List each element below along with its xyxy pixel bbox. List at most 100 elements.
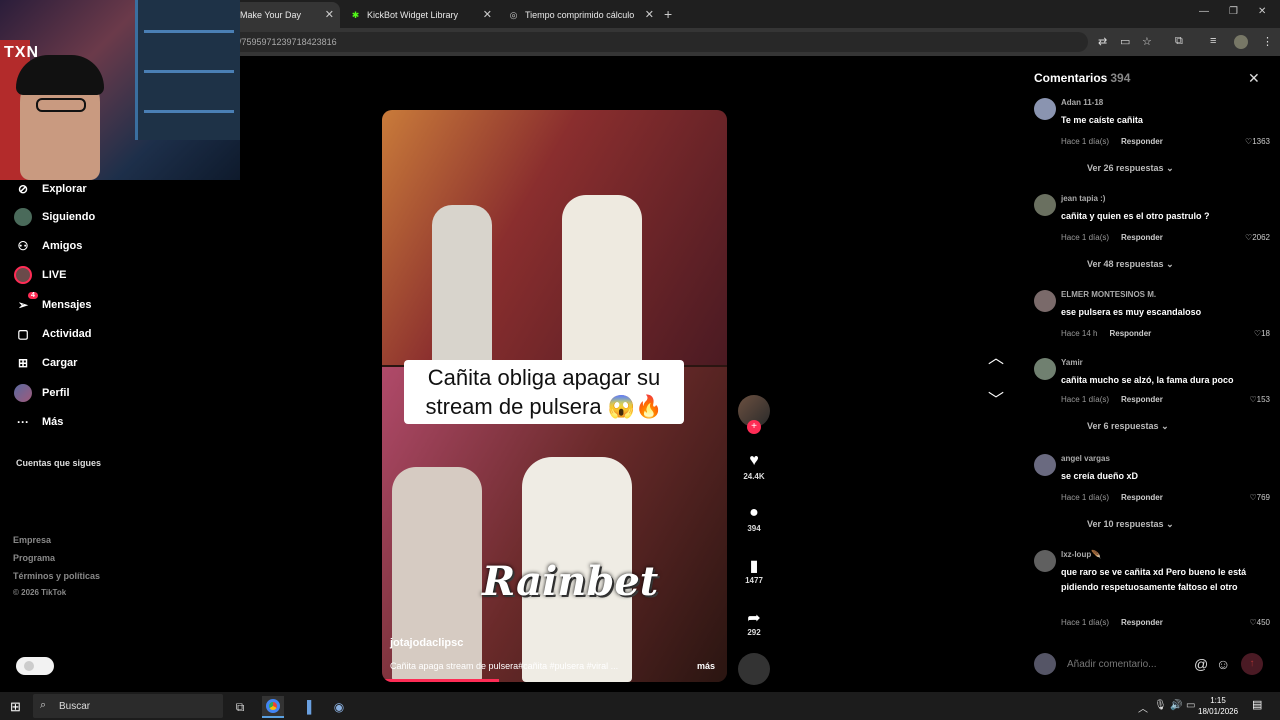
footer-link-programa[interactable]: Programa — [13, 553, 55, 563]
follow-plus-icon[interactable]: + — [747, 420, 761, 434]
tab-make-your-day[interactable]: Make Your Day ✕ — [232, 2, 340, 28]
sidebar-item-perfil[interactable]: Perfil — [14, 384, 70, 402]
commenter-name[interactable]: jean tapia :) — [1061, 194, 1105, 203]
reply-button[interactable]: Responder — [1109, 329, 1151, 338]
network-icon[interactable]: ▭ — [1186, 700, 1195, 711]
extensions-icon[interactable]: ⧉ — [1175, 35, 1183, 48]
footer-link-terminos[interactable]: Términos y políticas — [13, 571, 100, 581]
commenter-avatar[interactable] — [1034, 550, 1056, 572]
commenter-name[interactable]: angel vargas — [1061, 454, 1110, 463]
bookmark-star-icon[interactable]: ☆ — [1142, 35, 1152, 48]
emoji-icon[interactable]: ☺ — [1216, 656, 1230, 672]
app-icon[interactable]: ▐ — [296, 696, 318, 718]
taskbar-search[interactable]: ⌕ Buscar — [33, 694, 223, 718]
comment-likes[interactable]: ♡2062 — [1245, 233, 1270, 242]
close-comments-icon[interactable]: ✕ — [1248, 70, 1260, 87]
translate-icon[interactable]: ⇄ — [1098, 35, 1107, 48]
comment-likes[interactable]: ♡450 — [1249, 618, 1270, 627]
view-replies-button[interactable]: Ver 48 respuestas ⌄ — [1087, 259, 1174, 270]
commenter-avatar[interactable] — [1034, 358, 1056, 380]
comment-likes[interactable]: ♡18 — [1254, 329, 1270, 338]
reply-button[interactable]: Responder — [1121, 493, 1163, 502]
close-tab-icon[interactable]: ✕ — [645, 8, 654, 21]
comment-meta: Hace 1 día(s) Responder — [1061, 137, 1163, 146]
sidebar-item-label: Más — [42, 416, 64, 428]
menu-kebab-icon[interactable]: ⋮ — [1262, 35, 1273, 48]
video-figure — [432, 205, 492, 365]
comment-input[interactable]: Añadir comentario... — [1067, 659, 1157, 670]
commenter-avatar[interactable] — [1034, 454, 1056, 476]
video-username[interactable]: jotajodaclipsc — [390, 637, 463, 649]
tab-kickbot[interactable]: ✱ KickBot Widget Library ✕ — [342, 2, 498, 28]
chevron-down-icon[interactable]: ﹀ — [988, 386, 1004, 410]
commenter-name[interactable]: Yamir — [1061, 358, 1083, 367]
media-icon[interactable]: ≡ — [1210, 35, 1216, 47]
reply-button[interactable]: Responder — [1121, 618, 1163, 627]
cast-icon[interactable]: ▭ — [1120, 35, 1130, 48]
commenter-name[interactable]: ELMER MONTESINOS M. — [1061, 290, 1156, 299]
task-view-icon[interactable]: ⧉ — [229, 696, 251, 718]
comment-likes[interactable]: ♡153 — [1249, 395, 1270, 404]
video-player[interactable]: Cañita obliga apagar su stream de pulser… — [382, 110, 727, 682]
microphone-icon[interactable]: 🎙 — [1154, 700, 1167, 711]
comment-likes[interactable]: ♡769 — [1249, 493, 1270, 502]
video-progress[interactable] — [382, 679, 500, 682]
sidebar-item-live[interactable]: LIVE — [14, 266, 66, 284]
commenter-name[interactable]: lxz-loup🪶 — [1061, 550, 1101, 559]
view-replies-button[interactable]: Ver 10 respuestas ⌄ — [1087, 519, 1174, 530]
tab-label: Tiempo comprimido cálculo — [525, 10, 635, 20]
view-replies-button[interactable]: Ver 6 respuestas ⌄ — [1087, 421, 1169, 432]
comment-count: 394 — [747, 524, 761, 533]
send-icon[interactable]: ↑ — [1241, 653, 1263, 675]
chevron-down-icon: ⌄ — [1166, 259, 1174, 269]
heart-outline-icon: ♡ — [1249, 493, 1257, 502]
steam-icon[interactable]: ◉ — [328, 696, 350, 718]
windows-taskbar: ⊞ ⌕ Buscar ⧉ ▐ ◉ ︿ 🎙 🔊 ▭ 1:15 18/01/2026… — [0, 692, 1280, 720]
close-tab-icon[interactable]: ✕ — [483, 8, 492, 21]
comment-button[interactable]: ● 394 — [737, 504, 771, 533]
view-replies-button[interactable]: Ver 26 respuestas ⌄ — [1087, 163, 1174, 174]
sidebar-item-amigos[interactable]: ⚇ Amigos — [14, 237, 83, 255]
comment-likes[interactable]: ♡1363 — [1245, 137, 1270, 146]
chevron-up-icon[interactable]: ︿ — [988, 344, 1004, 368]
more-button[interactable]: más — [697, 661, 715, 671]
tab-label: Make Your Day — [240, 10, 302, 20]
kickbot-icon: ✱ — [351, 9, 360, 20]
commenter-avatar[interactable] — [1034, 194, 1056, 216]
address-bar[interactable]: o/7595971239718423816 — [228, 32, 1088, 52]
tray-chevron-icon[interactable]: ︿ — [1138, 700, 1148, 715]
windows-start-icon[interactable]: ⊞ — [10, 699, 21, 715]
globe-icon: ◎ — [509, 9, 518, 20]
commenter-avatar[interactable] — [1034, 290, 1056, 312]
theme-toggle[interactable] — [16, 657, 54, 675]
like-button[interactable]: ♥ 24.4K — [737, 452, 771, 481]
view-replies-label: Ver 10 respuestas — [1087, 519, 1164, 529]
tab-tiempo[interactable]: ◎ Tiempo comprimido cálculo ✕ — [500, 2, 660, 28]
minimize-icon[interactable]: — — [1199, 6, 1209, 17]
restore-icon[interactable]: ❐ — [1229, 6, 1238, 17]
commenter-avatar[interactable] — [1034, 98, 1056, 120]
reply-button[interactable]: Responder — [1121, 233, 1163, 242]
close-window-icon[interactable]: ✕ — [1258, 6, 1266, 17]
reply-button[interactable]: Responder — [1121, 137, 1163, 146]
sidebar-item-mas[interactable]: ··· Más — [14, 413, 63, 431]
sidebar-item-actividad[interactable]: ▢ Actividad — [14, 325, 91, 343]
sidebar-item-cargar[interactable]: ⊞ Cargar — [14, 354, 78, 372]
profile-avatar[interactable] — [1234, 35, 1248, 49]
footer-link-empresa[interactable]: Empresa — [13, 535, 51, 545]
new-tab-icon[interactable]: + — [664, 6, 672, 22]
commenter-name[interactable]: Adan 11-18 — [1061, 98, 1103, 107]
notifications-icon[interactable]: ▤ — [1252, 698, 1262, 711]
taskbar-clock[interactable]: 1:15 18/01/2026 — [1198, 695, 1238, 717]
sidebar-item-siguiendo[interactable]: Siguiendo — [14, 208, 95, 226]
sidebar-item-mensajes[interactable]: ➢ 4 Mensajes — [14, 292, 92, 314]
music-disc-avatar[interactable] — [738, 653, 770, 685]
reply-button[interactable]: Responder — [1121, 395, 1163, 404]
mention-icon[interactable]: @ — [1194, 656, 1208, 672]
volume-icon[interactable]: 🔊 — [1170, 700, 1182, 711]
share-button[interactable]: ➦ 292 — [737, 608, 771, 637]
sidebar-item-explorar[interactable]: ⊘ Explorar — [14, 180, 87, 198]
save-button[interactable]: ▮ 1477 — [737, 556, 771, 585]
chrome-icon[interactable] — [262, 696, 284, 718]
close-tab-icon[interactable]: ✕ — [325, 8, 334, 21]
